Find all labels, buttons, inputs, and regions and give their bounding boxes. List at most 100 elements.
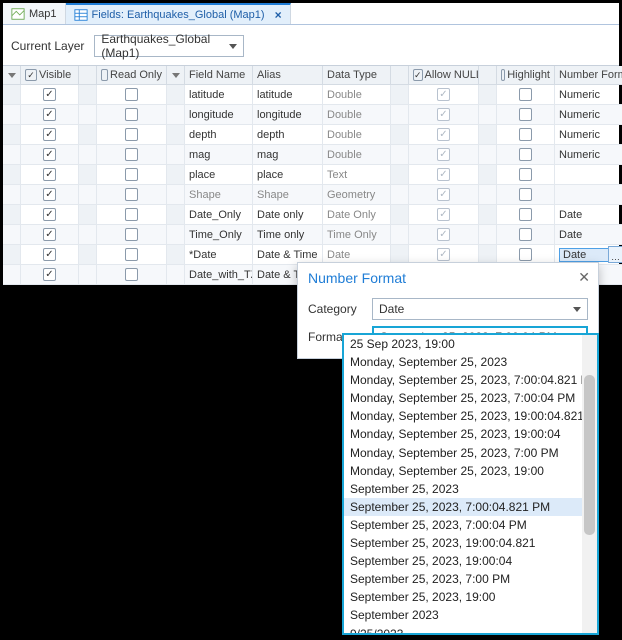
col-readonly[interactable]: Read Only (97, 66, 167, 85)
row-header[interactable] (3, 245, 21, 265)
allownull-checkbox[interactable] (437, 88, 450, 101)
col-fieldname[interactable]: Field Name (185, 66, 253, 85)
alias-cell[interactable]: depth (253, 125, 323, 145)
readonly-checkbox[interactable] (125, 228, 138, 241)
allownull-checkbox[interactable] (437, 128, 450, 141)
numberformat-cell[interactable]: Numeric (555, 125, 622, 145)
readonly-checkbox[interactable] (125, 168, 138, 181)
dropdown-option[interactable]: September 25, 2023, 7:00:04 PM (344, 516, 582, 534)
fieldname-cell[interactable]: depth (185, 125, 253, 145)
fieldname-cell[interactable]: Date_with_TZ (185, 265, 253, 285)
highlight-checkbox[interactable] (519, 248, 532, 261)
dropdown-option[interactable]: Monday, September 25, 2023, 19:00:04.821 (344, 407, 582, 425)
fieldname-cell[interactable]: Shape (185, 185, 253, 205)
table-row[interactable]: latitudelatitudeDoubleNumeric (3, 85, 619, 105)
alias-cell[interactable]: mag (253, 145, 323, 165)
tab-fields[interactable]: Fields: Earthquakes_Global (Map1) × (66, 3, 291, 24)
dropdown-option[interactable]: Monday, September 25, 2023 (344, 353, 582, 371)
numberformat-cell[interactable]: Numeric (555, 105, 622, 125)
highlight-checkbox[interactable] (519, 88, 532, 101)
dropdown-option[interactable]: Monday, September 25, 2023, 7:00:04 PM (344, 389, 582, 407)
dropdown-option[interactable]: September 2023 (344, 606, 582, 624)
highlight-checkbox[interactable] (519, 168, 532, 181)
allownull-checkbox[interactable] (437, 188, 450, 201)
close-icon[interactable]: ✕ (578, 269, 590, 286)
table-row[interactable]: depthdepthDoubleNumeric (3, 125, 619, 145)
numberformat-cell[interactable]: Numeric (555, 145, 622, 165)
row-header[interactable] (3, 105, 21, 125)
dropdown-option[interactable]: September 25, 2023, 19:00:04 (344, 552, 582, 570)
dropdown-option[interactable]: Monday, September 25, 2023, 7:00 PM (344, 444, 582, 462)
highlight-checkbox[interactable] (519, 208, 532, 221)
visible-checkbox[interactable] (43, 128, 56, 141)
numberformat-cell[interactable]: Date (555, 205, 622, 225)
dropdown-option[interactable]: 25 Sep 2023, 19:00 (344, 335, 582, 353)
ellipsis-icon[interactable]: … (608, 246, 622, 263)
row-header[interactable] (3, 185, 21, 205)
category-select[interactable]: Date (372, 298, 588, 320)
visible-checkbox[interactable] (43, 248, 56, 261)
row-selector-header[interactable] (3, 66, 21, 85)
alias-cell[interactable]: Shape (253, 185, 323, 205)
fieldname-cell[interactable]: mag (185, 145, 253, 165)
current-layer-select[interactable]: Earthquakes_Global (Map1) (94, 35, 244, 57)
highlight-checkbox[interactable] (519, 128, 532, 141)
scrollbar[interactable] (582, 335, 597, 633)
allownull-checkbox[interactable] (437, 168, 450, 181)
row-header[interactable] (3, 145, 21, 165)
fieldname-cell[interactable]: Date_Only (185, 205, 253, 225)
row-header[interactable] (3, 265, 21, 285)
visible-checkbox[interactable] (43, 268, 56, 281)
dropdown-option[interactable]: Monday, September 25, 2023, 19:00 (344, 462, 582, 480)
visible-checkbox[interactable] (43, 148, 56, 161)
row-header[interactable] (3, 165, 21, 185)
dropdown-option[interactable]: September 25, 2023 (344, 480, 582, 498)
readonly-checkbox[interactable] (125, 248, 138, 261)
table-row[interactable]: Date_OnlyDate onlyDate OnlyDate (3, 205, 619, 225)
numberformat-cell[interactable] (555, 185, 622, 205)
allownull-checkbox[interactable] (437, 108, 450, 121)
visible-checkbox[interactable] (43, 168, 56, 181)
dropdown-option[interactable]: September 25, 2023, 19:00 (344, 588, 582, 606)
row-header[interactable] (3, 125, 21, 145)
visible-checkbox[interactable] (43, 108, 56, 121)
numberformat-cell[interactable]: Date (555, 225, 622, 245)
col-sort[interactable] (167, 66, 185, 85)
table-row[interactable]: Time_OnlyTime onlyTime OnlyDate (3, 225, 619, 245)
row-header[interactable] (3, 85, 21, 105)
alias-cell[interactable]: longitude (253, 105, 323, 125)
allownull-checkbox[interactable] (437, 208, 450, 221)
col-highlight[interactable]: Highlight (497, 66, 555, 85)
readonly-checkbox[interactable] (125, 128, 138, 141)
visible-checkbox[interactable] (43, 208, 56, 221)
visible-checkbox[interactable] (43, 88, 56, 101)
fieldname-cell[interactable]: Time_Only (185, 225, 253, 245)
scrollbar-thumb[interactable] (584, 375, 595, 535)
tab-map[interactable]: Map1 (3, 3, 66, 24)
alias-cell[interactable]: Time only (253, 225, 323, 245)
col-allownull[interactable]: Allow NULL (409, 66, 479, 85)
readonly-checkbox[interactable] (125, 268, 138, 281)
dropdown-option[interactable]: September 25, 2023, 7:00:04.821 PM (344, 498, 582, 516)
row-header[interactable] (3, 225, 21, 245)
readonly-checkbox[interactable] (125, 88, 138, 101)
table-row[interactable]: magmagDoubleNumeric (3, 145, 619, 165)
dropdown-option[interactable]: September 25, 2023, 7:00 PM (344, 570, 582, 588)
dropdown-option[interactable]: Monday, September 25, 2023, 7:00:04.821 … (344, 371, 582, 389)
alias-cell[interactable]: place (253, 165, 323, 185)
highlight-checkbox[interactable] (519, 148, 532, 161)
row-header[interactable] (3, 205, 21, 225)
dropdown-option[interactable]: 9/25/2023 (344, 625, 582, 634)
col-alias[interactable]: Alias (253, 66, 323, 85)
readonly-checkbox[interactable] (125, 148, 138, 161)
fieldname-cell[interactable]: latitude (185, 85, 253, 105)
readonly-checkbox[interactable] (125, 208, 138, 221)
highlight-checkbox[interactable] (519, 188, 532, 201)
allownull-checkbox[interactable] (437, 148, 450, 161)
alias-cell[interactable]: latitude (253, 85, 323, 105)
readonly-checkbox[interactable] (125, 108, 138, 121)
table-row[interactable]: placeplaceText (3, 165, 619, 185)
table-row[interactable]: longitudelongitudeDoubleNumeric (3, 105, 619, 125)
numberformat-cell[interactable] (555, 165, 622, 185)
col-visible[interactable]: Visible (21, 66, 79, 85)
